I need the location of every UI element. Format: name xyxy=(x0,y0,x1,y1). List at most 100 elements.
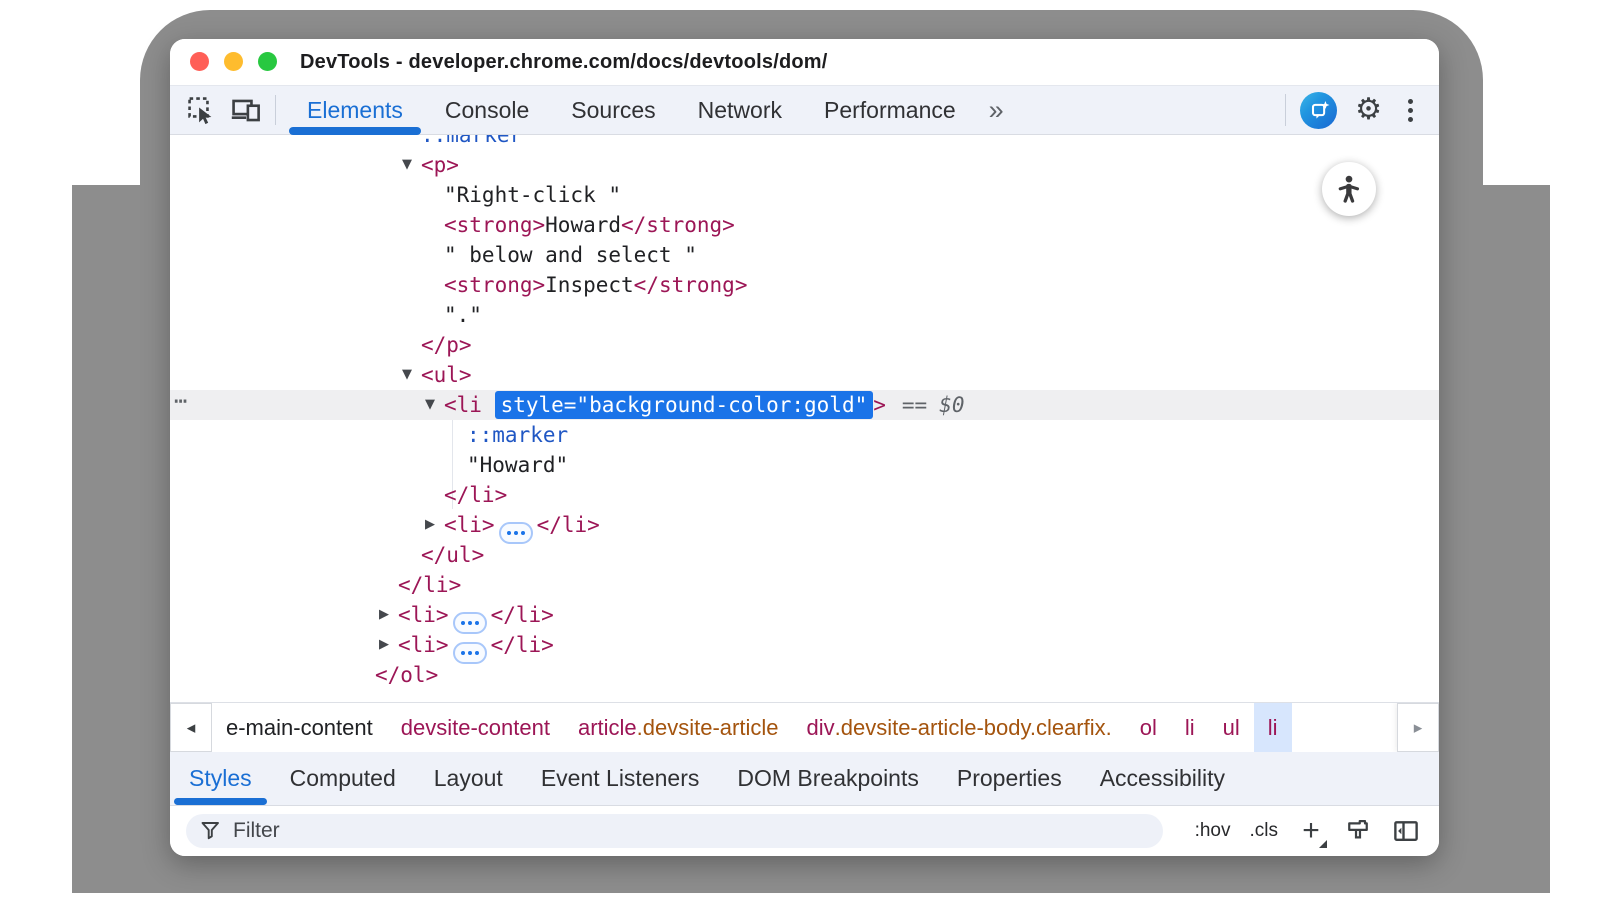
breadcrumb-item[interactable]: ol xyxy=(1126,703,1171,752)
ai-assistance-icon[interactable] xyxy=(1300,92,1337,129)
inspect-element-icon[interactable] xyxy=(185,86,217,134)
breadcrumb-item[interactable]: article.devsite-article xyxy=(564,703,793,752)
crumb-tag: li xyxy=(1268,715,1278,741)
node-text: Howard xyxy=(545,213,621,237)
node-tag: <li xyxy=(444,393,495,417)
crumb-plain: e-main-content xyxy=(226,715,373,741)
node-tag: </strong> xyxy=(634,273,748,297)
panel-tab-dom-breakpoints[interactable]: DOM Breakpoints xyxy=(718,752,938,805)
breadcrumb-scroll-right-button[interactable]: ▸ xyxy=(1397,703,1439,752)
toolbar-divider xyxy=(275,95,276,125)
tree-row[interactable]: </p> xyxy=(170,330,1439,360)
crumb-tag: div xyxy=(806,715,834,741)
node-text: "." xyxy=(444,303,482,327)
breadcrumb-item[interactable]: div.devsite-article-body.clearfix. xyxy=(792,703,1125,752)
dock-sidebar-icon[interactable] xyxy=(1391,816,1421,846)
tab-performance[interactable]: Performance xyxy=(803,86,977,134)
tree-row[interactable]: ::marker xyxy=(170,420,1439,450)
more-options-icon[interactable] xyxy=(1404,95,1417,126)
tree-row[interactable]: ▶<li> </li> xyxy=(170,510,1439,540)
node-tag: </li> xyxy=(398,573,461,597)
breadcrumb-items: e-main-contentdevsite-contentarticle.dev… xyxy=(212,703,1292,752)
crumb-tag: devsite-content xyxy=(401,715,550,741)
breadcrumb-scroll-left-button[interactable]: ◂ xyxy=(170,703,212,752)
tab-sources[interactable]: Sources xyxy=(550,86,676,134)
collapsed-arrow-icon[interactable]: ▶ xyxy=(420,510,440,540)
minimize-button[interactable] xyxy=(224,52,243,71)
toolbar-tabs: ElementsConsoleSourcesNetworkPerformance xyxy=(286,86,977,134)
breadcrumb-item-selected[interactable]: li xyxy=(1254,703,1292,752)
tab-elements[interactable]: Elements xyxy=(286,86,424,134)
rendering-brush-icon[interactable] xyxy=(1344,817,1372,845)
node-text: "Howard" xyxy=(467,453,568,477)
tree-row[interactable]: "Right-click " xyxy=(170,180,1439,210)
tree-row[interactable]: ▼<ul> xyxy=(170,360,1439,390)
dom-tree: ::marker▼<p>"Right-click "<strong>Howard… xyxy=(170,135,1439,702)
crumb-tag: article xyxy=(578,715,637,741)
filter-funnel-icon xyxy=(199,819,223,843)
row-hover-dots: ⋯ xyxy=(174,387,188,417)
filter-input[interactable]: Filter xyxy=(186,814,1163,848)
node-tag: </li> xyxy=(444,483,507,507)
tree-row[interactable]: ::marker xyxy=(170,135,1439,150)
settings-gear-icon[interactable]: ⚙ xyxy=(1355,95,1382,125)
collapsed-arrow-icon[interactable]: ▶ xyxy=(374,600,394,630)
panel-tab-properties[interactable]: Properties xyxy=(938,752,1081,805)
node-eq: == xyxy=(902,393,927,417)
tree-row[interactable]: </li> xyxy=(170,570,1439,600)
breadcrumb-item[interactable]: e-main-content xyxy=(212,703,387,752)
tree-row[interactable]: "." xyxy=(170,300,1439,330)
devtools-window: DevTools - developer.chrome.com/docs/dev… xyxy=(170,39,1439,856)
tree-row[interactable]: ▶<li></li> xyxy=(170,600,1439,630)
new-style-rule-button[interactable]: + xyxy=(1297,818,1325,845)
node-tag: <p> xyxy=(421,153,459,177)
node-tag: <strong> xyxy=(444,213,545,237)
crumb-cls: .devsite-article-body.clearfix. xyxy=(835,715,1112,741)
toggle-element-state-button[interactable]: :hov xyxy=(1195,820,1231,842)
crumb-tag: li xyxy=(1185,715,1195,741)
collapsed-arrow-icon[interactable]: ▶ xyxy=(374,630,394,660)
node-text: " below and select " xyxy=(444,243,697,267)
more-tabs-button[interactable]: » xyxy=(977,86,1016,134)
tree-row[interactable]: "Howard" xyxy=(170,450,1439,480)
node-tag: <strong> xyxy=(444,273,545,297)
tree-row[interactable]: " below and select " xyxy=(170,240,1439,270)
device-toolbar-icon[interactable] xyxy=(229,86,261,134)
node-tag: <li> xyxy=(444,513,495,537)
tree-row-selected[interactable]: ⋯▼<li style="background-color:gold">==$0 xyxy=(170,390,1439,420)
tab-network[interactable]: Network xyxy=(677,86,803,134)
panel-tab-styles[interactable]: Styles xyxy=(170,752,271,805)
tree-row[interactable]: </ol> xyxy=(170,660,1439,690)
zoom-button[interactable] xyxy=(258,52,277,71)
panel-tab-computed[interactable]: Computed xyxy=(271,752,415,805)
titlebar: DevTools - developer.chrome.com/docs/dev… xyxy=(170,39,1439,85)
node-pseudo: ::marker xyxy=(421,135,522,147)
tree-row[interactable]: ▼<p> xyxy=(170,150,1439,180)
tree-row[interactable]: <strong>Inspect</strong> xyxy=(170,270,1439,300)
tab-console[interactable]: Console xyxy=(424,86,550,134)
panel-tab-layout[interactable]: Layout xyxy=(415,752,522,805)
selected-attribute-text[interactable]: style="background-color:gold" xyxy=(495,391,874,419)
filter-bar-controls: :hov .cls + xyxy=(1195,806,1421,856)
element-classes-button[interactable]: .cls xyxy=(1250,820,1279,842)
panel-tab-accessibility[interactable]: Accessibility xyxy=(1081,752,1244,805)
breadcrumb-item[interactable]: ul xyxy=(1209,703,1254,752)
tree-row[interactable]: </li> xyxy=(170,480,1439,510)
breadcrumb-item[interactable]: li xyxy=(1171,703,1209,752)
node-tag: </li> xyxy=(537,513,600,537)
breadcrumb-item[interactable]: devsite-content xyxy=(387,703,564,752)
crumb-tag: ul xyxy=(1223,715,1240,741)
expanded-arrow-icon[interactable]: ▼ xyxy=(397,360,417,390)
node-pseudo: ::marker xyxy=(467,423,568,447)
expanded-arrow-icon[interactable]: ▼ xyxy=(397,150,417,180)
devtools-toolbar: ElementsConsoleSourcesNetworkPerformance… xyxy=(170,85,1439,135)
node-tag: </li> xyxy=(491,603,554,627)
tree-row[interactable]: ▶<li></li> xyxy=(170,630,1439,660)
tree-row[interactable]: <strong>Howard</strong> xyxy=(170,210,1439,240)
crumb-cls: .devsite-article xyxy=(637,715,779,741)
panel-tab-event-listeners[interactable]: Event Listeners xyxy=(522,752,719,805)
tree-row[interactable]: </ul> xyxy=(170,540,1439,570)
node-text: "Right-click " xyxy=(444,183,621,207)
expanded-arrow-icon[interactable]: ▼ xyxy=(420,390,440,420)
close-button[interactable] xyxy=(190,52,209,71)
